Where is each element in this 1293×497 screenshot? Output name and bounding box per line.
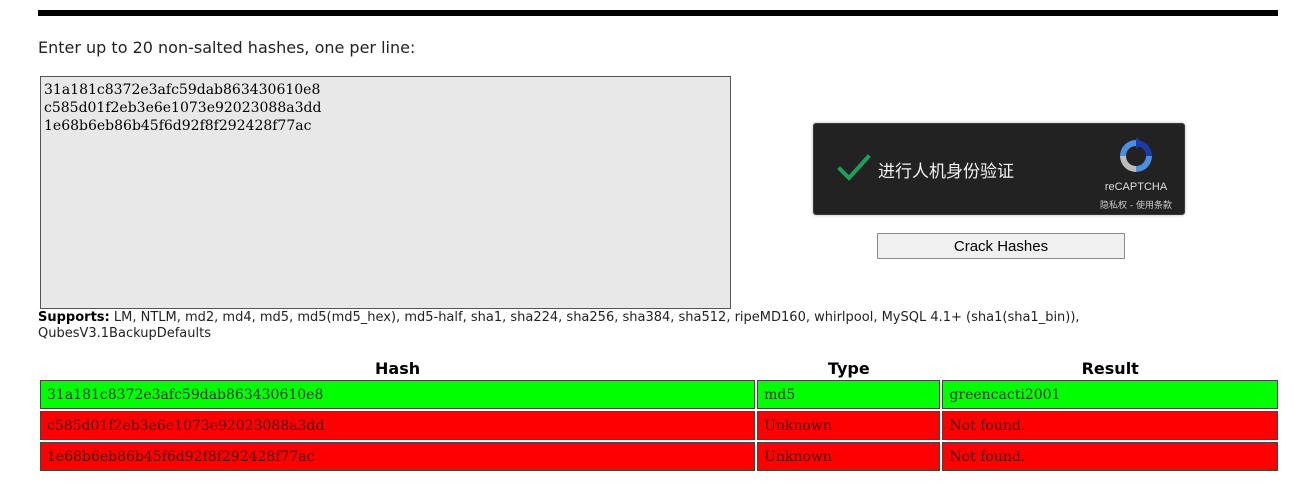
checkmark-icon xyxy=(837,154,871,181)
table-row: 31a181c8372e3afc59dab863430610e8 md5 gre… xyxy=(40,380,1278,409)
cell-hash: c585d01f2eb3e6e1073e92023088a3dd xyxy=(40,411,756,440)
table-row: 1e68b6eb86b45f6d92f8f292428f77ac Unknown… xyxy=(40,442,1278,471)
recaptcha-privacy-terms-links[interactable]: 隐私权 - 使用条款 xyxy=(1076,198,1196,211)
cell-result: greencacti2001 xyxy=(942,380,1278,409)
cell-hash: 1e68b6eb86b45f6d92f8f292428f77ac xyxy=(40,442,756,471)
cell-type: Unknown xyxy=(757,442,941,471)
recaptcha-brand-text: reCAPTCHA xyxy=(1104,181,1168,193)
recaptcha-label: 进行人机身份验证 xyxy=(878,162,1014,182)
cell-result: Not found. xyxy=(942,442,1278,471)
supports-list: LM, NTLM, md2, md4, md5, md5(md5_hex), m… xyxy=(38,310,1080,341)
cell-type: md5 xyxy=(757,380,941,409)
header-type: Type xyxy=(827,358,870,378)
supports-text: Supports: LM, NTLM, md2, md4, md5, md5(m… xyxy=(38,310,1188,342)
top-divider-bar xyxy=(38,10,1278,16)
results-header-row: Hash Type Result xyxy=(40,358,1278,378)
crack-hashes-button[interactable]: Crack Hashes xyxy=(877,233,1125,259)
cell-hash: 31a181c8372e3afc59dab863430610e8 xyxy=(40,380,756,409)
results-table: Hash Type Result 31a181c8372e3afc59dab86… xyxy=(38,356,1280,473)
hash-input-textarea[interactable]: 31a181c8372e3afc59dab863430610e8 c585d01… xyxy=(40,76,731,309)
crackstation-page: Enter up to 20 non-salted hashes, one pe… xyxy=(0,0,1293,497)
recaptcha-logo-icon xyxy=(1120,137,1152,172)
cell-result: Not found. xyxy=(942,411,1278,440)
instructions-text: Enter up to 20 non-salted hashes, one pe… xyxy=(38,38,416,57)
supports-label: Supports: xyxy=(38,310,110,325)
header-hash: Hash xyxy=(375,358,421,378)
header-result: Result xyxy=(1081,358,1139,378)
cell-type: Unknown xyxy=(757,411,941,440)
recaptcha-widget[interactable]: 进行人机身份验证 reCAPTCHA 隐私权 - 使用条款 xyxy=(813,123,1185,215)
table-row: c585d01f2eb3e6e1073e92023088a3dd Unknown… xyxy=(40,411,1278,440)
